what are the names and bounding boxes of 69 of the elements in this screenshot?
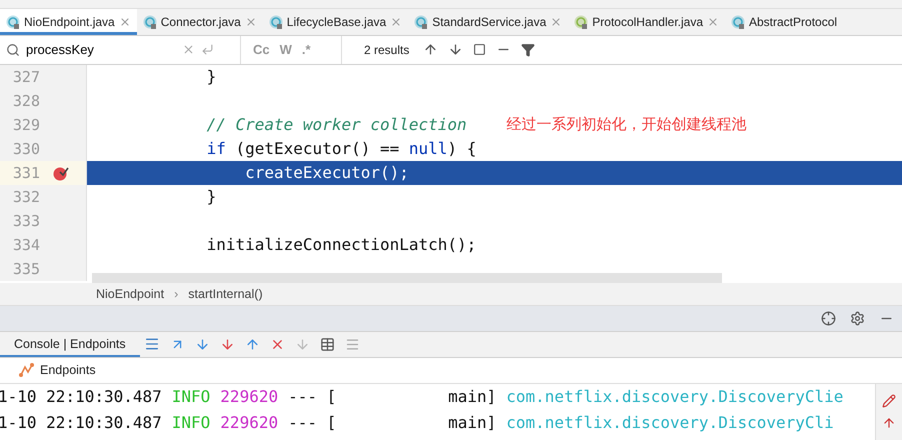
editor-tab[interactable]: LifecycleBase.java	[262, 8, 408, 35]
line-number: 333	[12, 212, 40, 230]
code-line: // Create worker collection	[206, 115, 467, 134]
newline-icon[interactable]	[201, 43, 214, 56]
code-line: }	[206, 187, 216, 206]
filter-icon[interactable]	[521, 42, 536, 57]
line-number: 331	[12, 164, 40, 182]
target-icon[interactable]	[821, 310, 836, 326]
line-number: 328	[12, 92, 40, 110]
class-icon	[268, 14, 283, 29]
search-field[interactable]: processKey	[26, 42, 176, 58]
log-logger: com.netflix.discovery.DiscoveryClie	[506, 387, 844, 406]
step-into-icon[interactable]	[194, 336, 210, 352]
breakpoint-icon[interactable]	[52, 164, 70, 181]
log-thread: main]	[447, 387, 496, 406]
code-line: initializeConnectionLatch();	[206, 235, 476, 254]
results-count: 2 results	[364, 42, 410, 57]
log-level: INFO	[172, 413, 210, 432]
editor-tab[interactable]: NioEndpoint.java	[0, 8, 137, 35]
class-icon	[731, 14, 745, 29]
class-icon	[6, 14, 20, 29]
settings-icon[interactable]	[850, 310, 865, 326]
log-thread: main]	[447, 413, 496, 432]
breadcrumb-item[interactable]: NioEndpoint	[96, 286, 164, 301]
line-number: 329	[12, 116, 40, 134]
close-icon[interactable]	[244, 16, 257, 28]
editor-tab[interactable]: ProtocolHandler.java	[568, 8, 725, 35]
clear-icon[interactable]	[182, 43, 195, 56]
log-pid: 229620	[220, 413, 278, 432]
close-icon[interactable]	[550, 16, 562, 28]
line-number: 327	[12, 68, 40, 86]
log-time: 1-10 22:10:30.487	[0, 413, 162, 432]
breadcrumb-item[interactable]: startInternal()	[188, 286, 263, 301]
line-number: 334	[12, 236, 40, 254]
tree-item[interactable]: Endpoints	[40, 363, 96, 378]
table-icon[interactable]	[320, 336, 335, 352]
console-tab[interactable]: Console | Endpoints	[0, 332, 140, 357]
code-line: createExecutor();	[244, 163, 409, 182]
force-step-into-icon[interactable]	[220, 336, 235, 352]
window-icon[interactable]	[473, 43, 486, 56]
log-level: INFO	[172, 387, 210, 406]
editor-tab[interactable]: StandardService.java	[408, 8, 568, 35]
pencil-icon[interactable]	[882, 394, 896, 408]
editor-tab[interactable]: AbstractProtocol	[725, 8, 844, 35]
search-icon	[6, 42, 20, 57]
line-number: 332	[12, 188, 40, 206]
editor-tab[interactable]: Connector.java	[136, 8, 263, 35]
log-separator: --- [	[288, 413, 336, 432]
close-icon[interactable]	[118, 16, 131, 28]
log-pid: 229620	[220, 387, 278, 406]
step-out-icon[interactable]	[244, 336, 260, 352]
class-icon	[414, 14, 428, 29]
line-number: 330	[12, 140, 40, 158]
breadcrumb-separator: ›	[174, 286, 178, 301]
log-separator: --- [	[288, 387, 336, 406]
log-logger: com.netflix.discovery.DiscoveryCli	[506, 413, 834, 432]
close-icon[interactable]	[390, 16, 402, 28]
interface-icon	[574, 14, 588, 29]
trace-icon[interactable]	[344, 336, 360, 352]
code-line: if (getExecutor() == null) {	[206, 139, 476, 158]
down-arrow-icon[interactable]	[448, 42, 464, 58]
class-icon	[142, 14, 157, 29]
menu-icon[interactable]	[144, 336, 160, 352]
close-icon[interactable]	[707, 16, 719, 28]
line-number: 335	[12, 260, 40, 278]
code-line: }	[206, 67, 216, 86]
annotation-note: 经过一系列初始化，开始创建线程池	[506, 115, 747, 134]
log-time: 1-10 22:10:30.487	[0, 387, 162, 406]
endpoints-icon	[18, 363, 34, 378]
